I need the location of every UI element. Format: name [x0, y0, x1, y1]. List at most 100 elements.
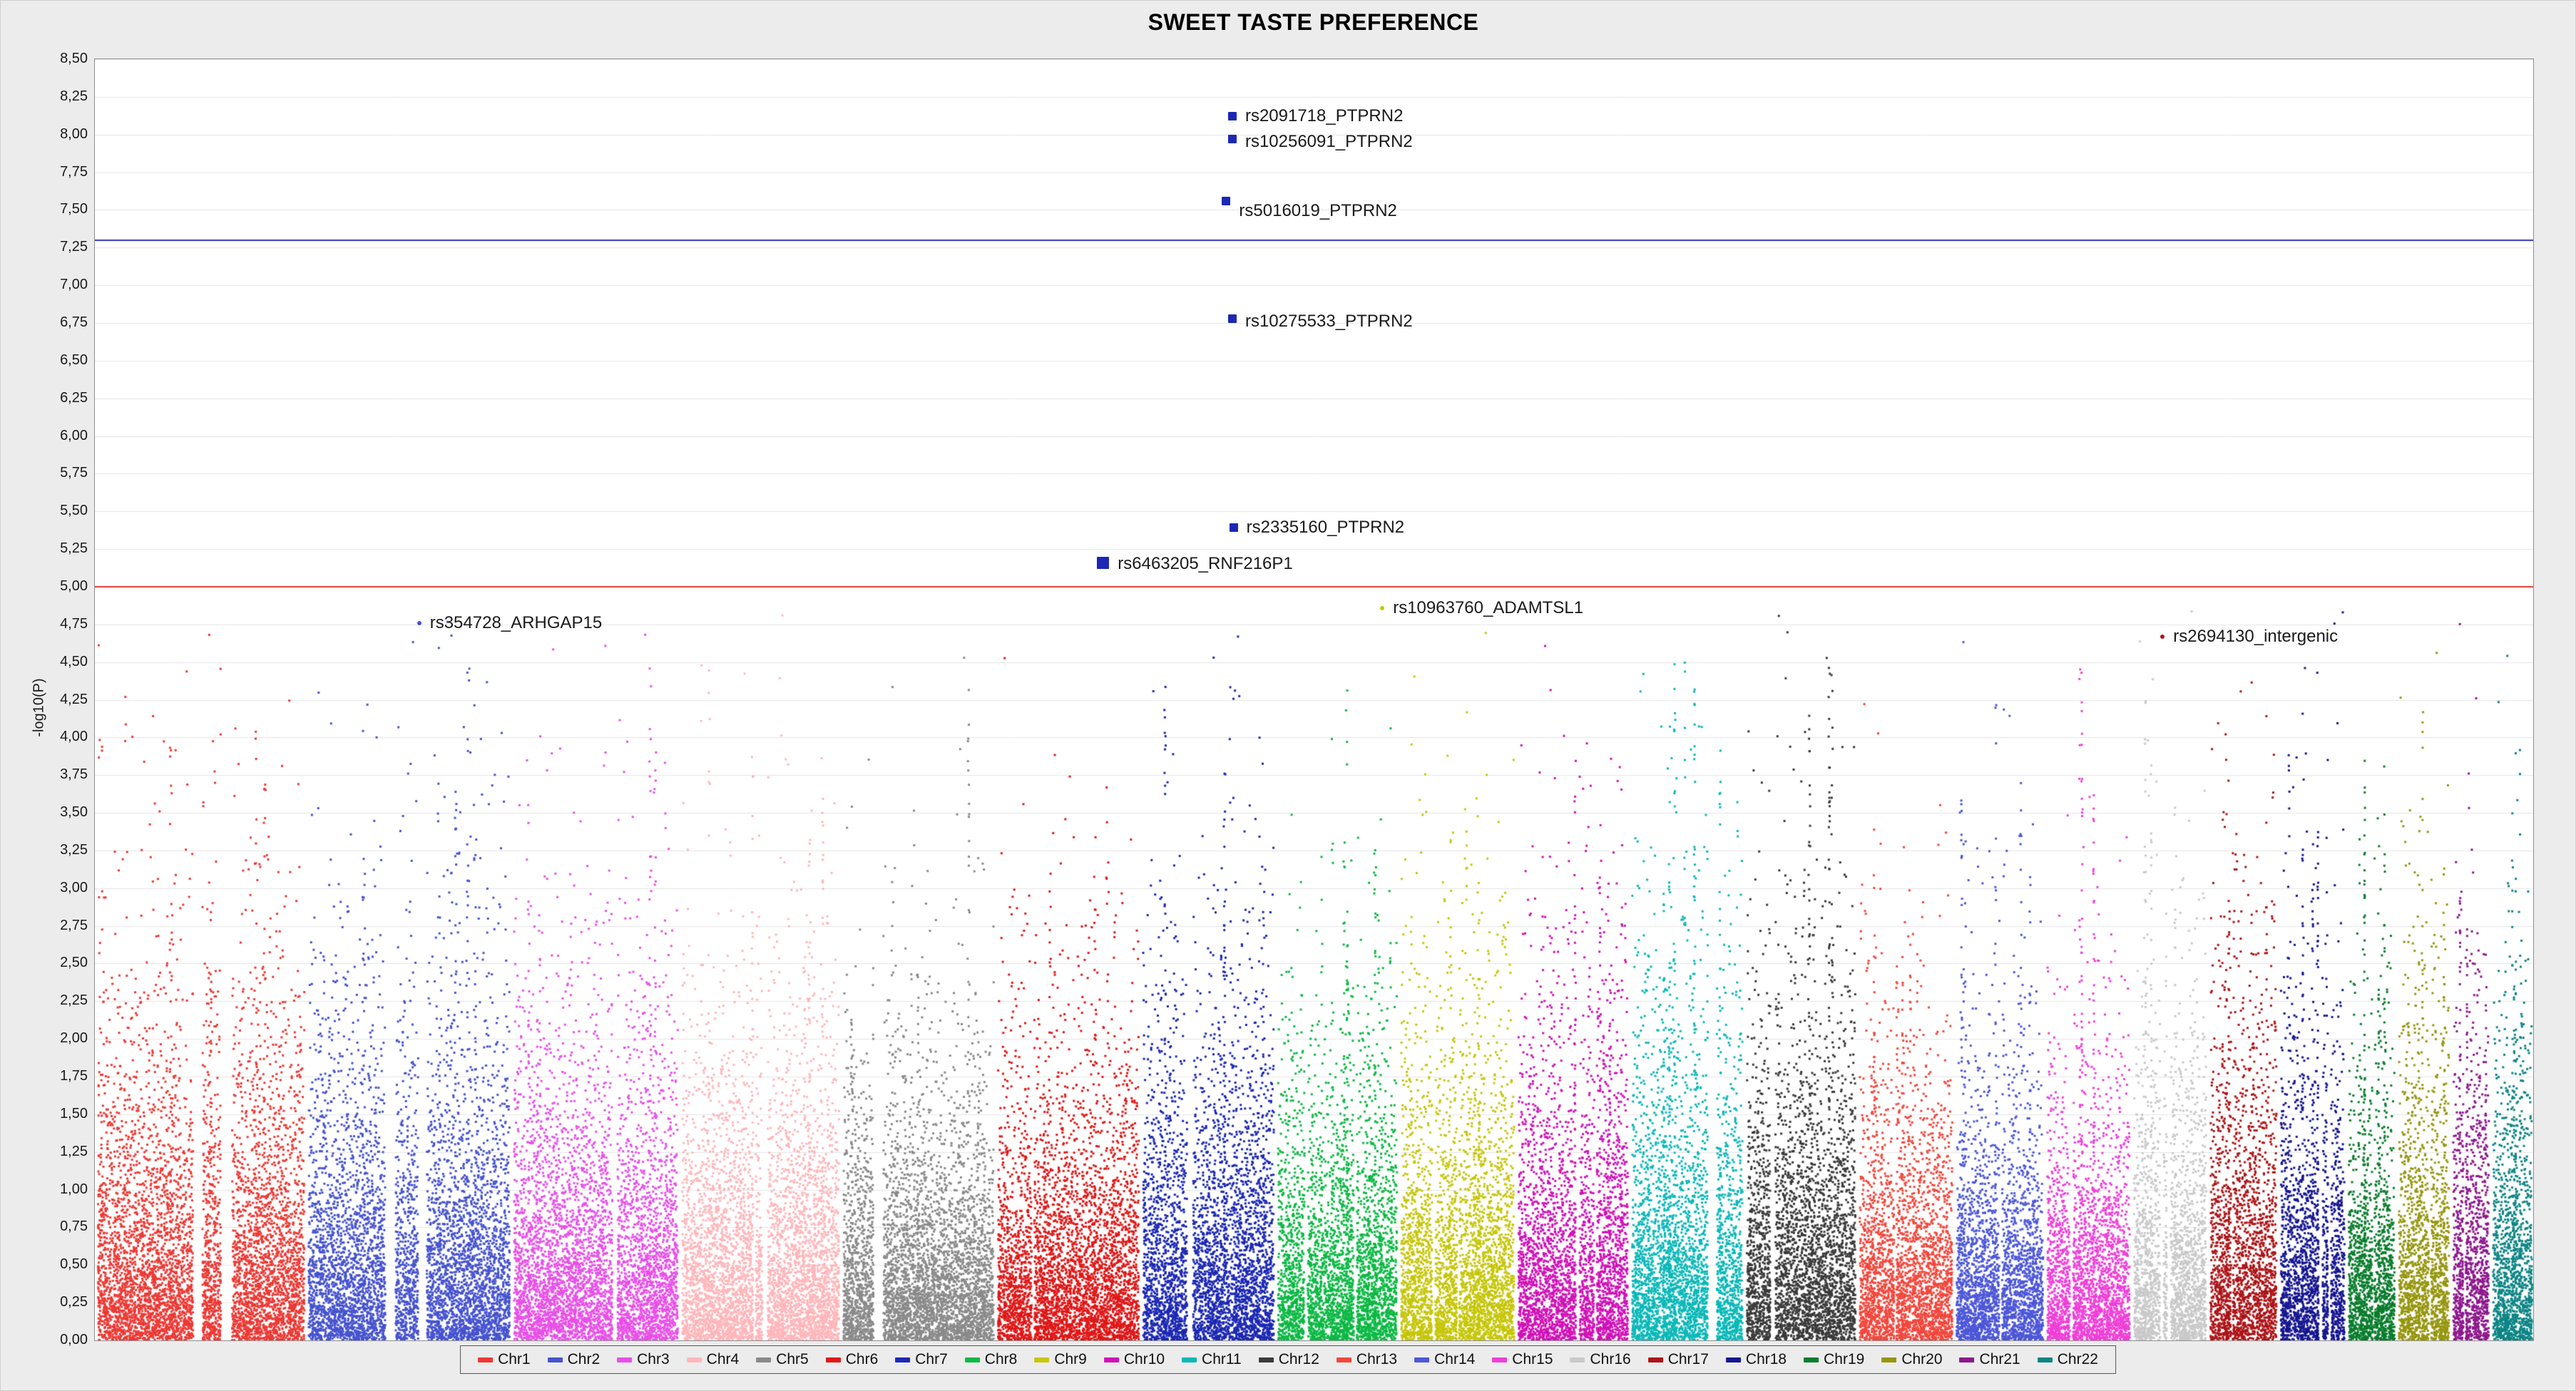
legend-item: Chr1	[478, 1351, 531, 1368]
y-tick-label: 2,00	[36, 1030, 88, 1046]
annotation-label: rs2091718_PTPRN2	[1245, 106, 1403, 126]
legend-label: Chr2	[568, 1351, 600, 1368]
legend-label: Chr17	[1668, 1351, 1709, 1368]
legend-item: Chr17	[1648, 1351, 1709, 1368]
legend-label: Chr15	[1512, 1351, 1553, 1368]
legend-item: Chr16	[1570, 1351, 1631, 1368]
annotation-label: rs354728_ARHGAP15	[430, 613, 602, 633]
y-tick-label: 1,00	[36, 1181, 88, 1197]
legend-label: Chr16	[1590, 1351, 1631, 1368]
y-tick-label: 6,25	[36, 390, 88, 406]
y-tick-label: 5,50	[36, 503, 88, 518]
annotation-label: rs10275533_PTPRN2	[1245, 312, 1413, 332]
legend-item: Chr19	[1804, 1351, 1864, 1368]
legend-item: Chr5	[756, 1351, 809, 1368]
legend-label: Chr8	[985, 1351, 1018, 1368]
annotation-marker	[1097, 557, 1109, 569]
legend-item: Chr9	[1034, 1351, 1087, 1368]
legend-swatch	[1182, 1357, 1197, 1362]
page: { "chart_data": { "type": "scatter", "va…	[0, 0, 2576, 1391]
legend-swatch	[1570, 1357, 1585, 1362]
chart-title: SWEET TASTE PREFERENCE	[94, 9, 2532, 36]
legend-label: Chr14	[1434, 1351, 1475, 1368]
y-tick-label: 8,25	[36, 88, 88, 104]
legend-item: Chr6	[826, 1351, 879, 1368]
legend-swatch	[617, 1357, 632, 1362]
legend-item: Chr21	[1960, 1351, 2020, 1368]
y-tick-label: 3,00	[36, 880, 88, 895]
legend-item: Chr10	[1104, 1351, 1165, 1368]
chromosome-legend: Chr1 Chr2 Chr3 Chr4 Chr5 Chr6 Chr7 Chr8 Chr9 Chr1…	[460, 1345, 2116, 1374]
legend-swatch	[895, 1357, 910, 1362]
y-tick-label: 3,25	[36, 842, 88, 858]
y-tick-label: 8,50	[36, 51, 88, 66]
y-tick-label: 5,75	[36, 465, 88, 481]
legend-label: Chr13	[1356, 1351, 1397, 1368]
annotation-marker	[1230, 523, 1238, 532]
legend-item: Chr13	[1336, 1351, 1397, 1368]
legend-swatch	[1414, 1357, 1429, 1362]
legend-label: Chr5	[776, 1351, 809, 1368]
plot-area: rs2091718_PTPRN2 rs10256091_PTPRN2 rs50160…	[94, 58, 2534, 1341]
annotation-marker	[1222, 197, 1230, 205]
y-tick-label: 3,75	[36, 766, 88, 782]
y-tick-label: 7,75	[36, 164, 88, 180]
y-tick-label: 7,00	[36, 277, 88, 292]
y-tick-label: 6,00	[36, 428, 88, 443]
legend-item: Chr14	[1414, 1351, 1475, 1368]
legend-label: Chr3	[637, 1351, 670, 1368]
legend-label: Chr7	[915, 1351, 948, 1368]
annotation-label: rs5016019_PTPRN2	[1239, 201, 1396, 221]
y-tick-label: 0,50	[36, 1256, 88, 1272]
legend-label: Chr21	[1980, 1351, 2020, 1368]
legend-swatch	[2038, 1357, 2053, 1362]
legend-label: Chr22	[2058, 1351, 2098, 1368]
legend-swatch	[1804, 1357, 1819, 1362]
legend-label: Chr10	[1124, 1351, 1165, 1368]
legend-swatch	[1034, 1357, 1049, 1362]
y-tick-label: 0,25	[36, 1294, 88, 1310]
annotation-label: rs2335160_PTPRN2	[1247, 518, 1404, 538]
annotation-marker	[1228, 135, 1237, 143]
legend-item: Chr20	[1881, 1351, 1942, 1368]
y-tick-label: 6,75	[36, 314, 88, 330]
annotation-marker	[1228, 112, 1237, 120]
annotation-label: rs10256091_PTPRN2	[1245, 132, 1413, 152]
y-tick-label: 7,50	[36, 201, 88, 217]
legend-swatch	[1492, 1357, 1507, 1362]
legend-swatch	[965, 1357, 980, 1362]
annotation-marker	[2160, 635, 2164, 639]
legend-label: Chr9	[1054, 1351, 1087, 1368]
y-tick-label: 8,00	[36, 126, 88, 142]
legend-item: Chr7	[895, 1351, 948, 1368]
legend-swatch	[756, 1357, 771, 1362]
y-tick-label: 4,75	[36, 616, 88, 632]
legend-swatch	[687, 1357, 702, 1362]
y-tick-label: 5,25	[36, 540, 88, 556]
annotation-label: rs2694130_intergenic	[2173, 627, 2338, 647]
y-tick-label: 7,25	[36, 239, 88, 255]
y-tick-label: 0,00	[36, 1332, 88, 1348]
y-tick-label: 5,00	[36, 578, 88, 594]
legend-label: Chr1	[498, 1351, 531, 1368]
legend-label: Chr11	[1202, 1351, 1242, 1368]
legend-item: Chr18	[1726, 1351, 1787, 1368]
legend-item: Chr15	[1492, 1351, 1553, 1368]
y-tick-label: 4,00	[36, 729, 88, 744]
legend-swatch	[1881, 1357, 1896, 1362]
legend-swatch	[1259, 1357, 1274, 1362]
y-tick-label: 2,75	[36, 918, 88, 933]
manhattan-plot-panel: SWEET TASTE PREFERENCE -log10(P) 0,000,2…	[0, 0, 2576, 1391]
y-tick-label: 1,75	[36, 1068, 88, 1084]
legend-item: Chr22	[2038, 1351, 2098, 1368]
legend-label: Chr12	[1279, 1351, 1319, 1368]
legend-label: Chr19	[1824, 1351, 1864, 1368]
annotation-marker	[1228, 314, 1237, 323]
legend-item: Chr4	[687, 1351, 740, 1368]
legend-swatch	[548, 1357, 563, 1362]
y-tick-label: 1,25	[36, 1144, 88, 1159]
legend-swatch	[478, 1357, 493, 1362]
legend-item: Chr11	[1182, 1351, 1242, 1368]
annotation-marker	[1380, 606, 1384, 610]
annotation-marker	[417, 621, 421, 625]
